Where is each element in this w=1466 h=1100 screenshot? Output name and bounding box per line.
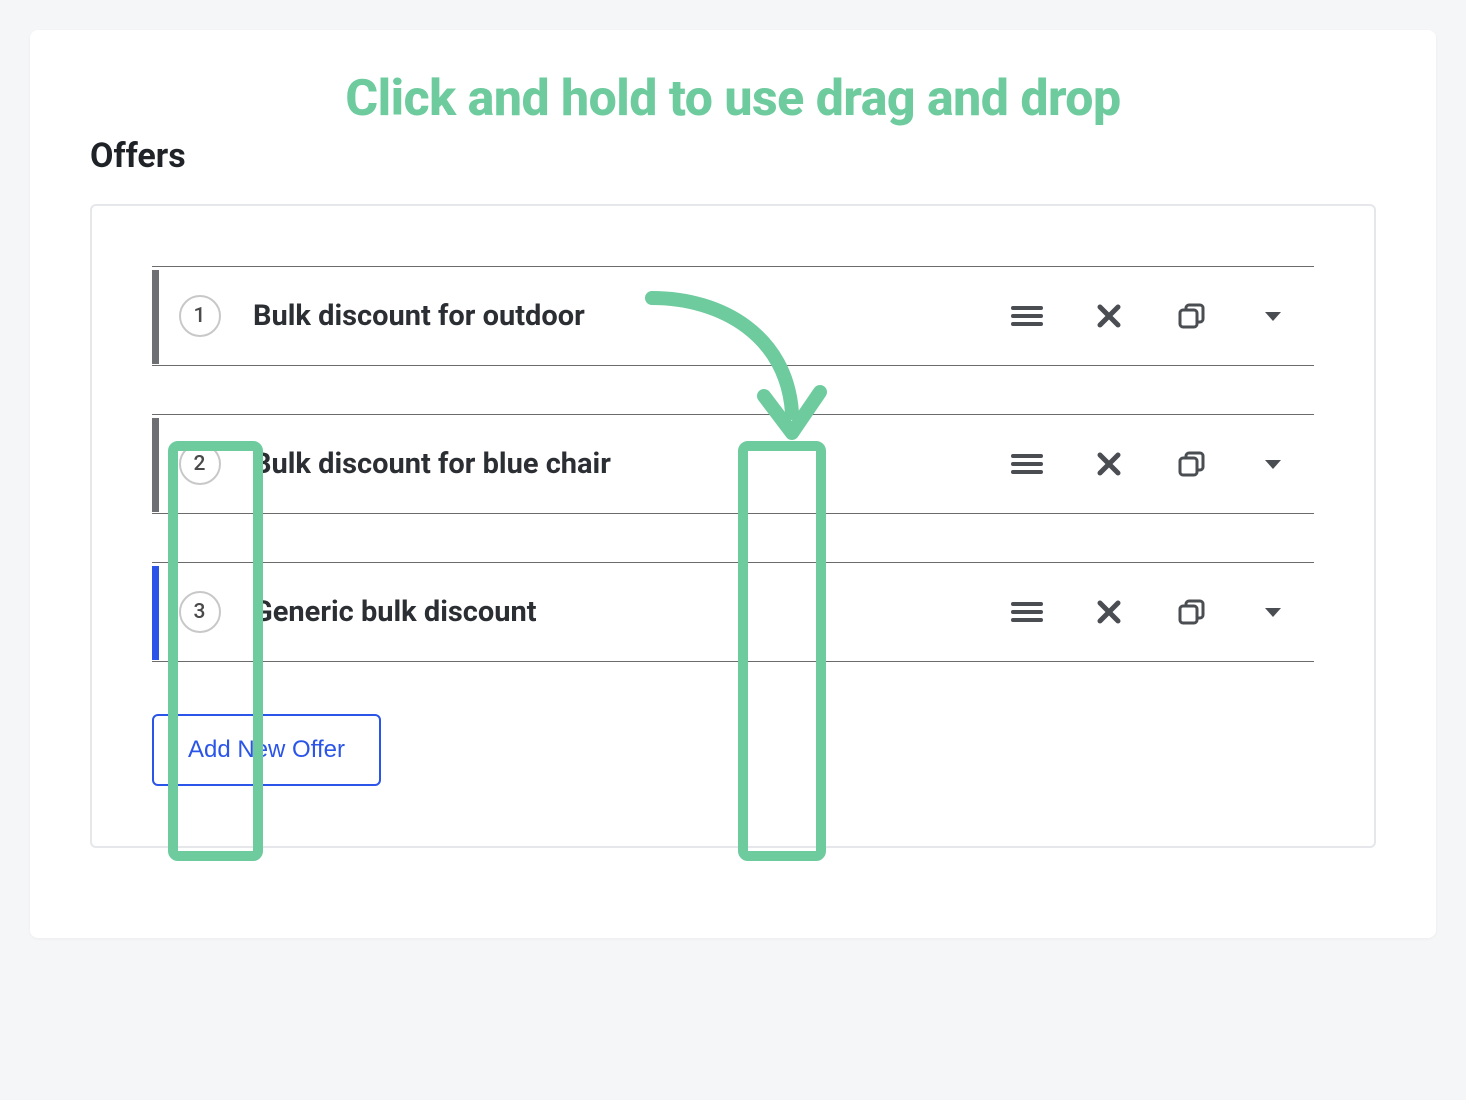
delete-icon[interactable] [1068,562,1150,662]
offer-row: 3 Generic bulk discount [152,562,1314,662]
delete-icon[interactable] [1068,266,1150,366]
expand-icon[interactable] [1232,562,1314,662]
row-indicator [152,566,159,660]
offers-list: 1 Bulk discount for outdoor [152,266,1314,662]
offers-panel: 1 Bulk discount for outdoor [90,204,1376,848]
offer-title: Generic bulk discount [247,595,986,629]
delete-icon[interactable] [1068,414,1150,514]
row-number-badge: 3 [179,591,221,633]
offers-card: Click and hold to use drag and drop Offe… [30,30,1436,938]
row-indicator [152,270,159,364]
duplicate-icon[interactable] [1150,562,1232,662]
row-actions [986,414,1314,514]
duplicate-icon[interactable] [1150,266,1232,366]
row-actions [986,562,1314,662]
expand-icon[interactable] [1232,414,1314,514]
offer-title: Bulk discount for outdoor [247,299,986,333]
drag-handle-icon[interactable] [986,266,1068,366]
row-indicator [152,418,159,512]
drag-handle-icon[interactable] [986,414,1068,514]
annotation-title: Click and hold to use drag and drop [90,70,1376,128]
row-actions [986,266,1314,366]
expand-icon[interactable] [1232,266,1314,366]
drag-handle-icon[interactable] [986,562,1068,662]
duplicate-icon[interactable] [1150,414,1232,514]
row-number-cell[interactable]: 1 [152,295,247,337]
row-number-badge: 1 [179,295,221,337]
offer-row: 1 Bulk discount for outdoor [152,266,1314,366]
offer-title: Bulk discount for blue chair [247,447,986,481]
section-title: Offers [90,136,1376,176]
offer-row: 2 Bulk discount for blue chair [152,414,1314,514]
row-number-cell[interactable]: 2 [152,443,247,485]
row-number-badge: 2 [179,443,221,485]
add-new-offer-button[interactable]: Add New Offer [152,714,381,786]
row-number-cell[interactable]: 3 [152,591,247,633]
